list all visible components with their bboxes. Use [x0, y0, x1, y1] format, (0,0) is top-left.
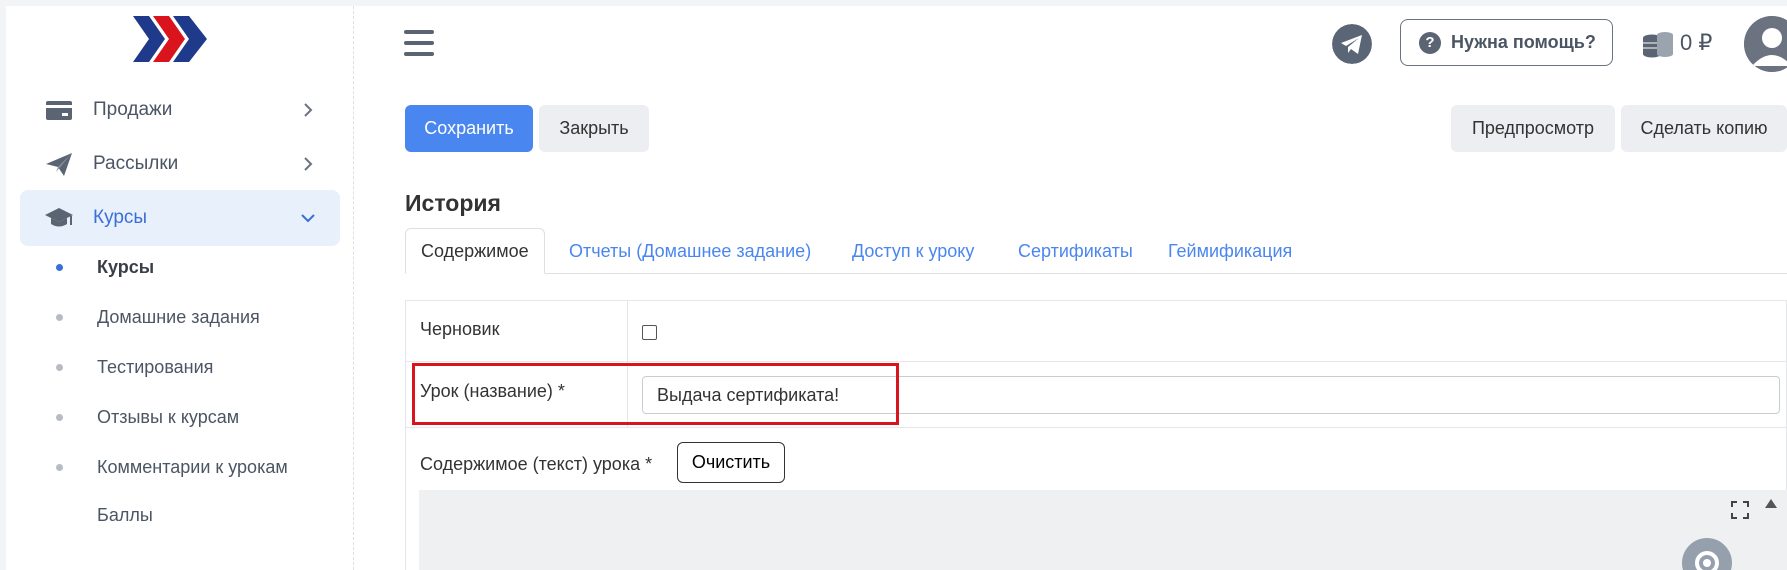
tab-gamification[interactable]: Геймификация: [1168, 228, 1292, 274]
draft-label: Черновик: [420, 319, 500, 339]
close-button[interactable]: Закрыть: [539, 105, 649, 152]
sidebar-subitem-label: Отзывы к курсам: [97, 406, 240, 427]
help-button[interactable]: ? Нужна помощь?: [1400, 19, 1613, 66]
row-divider: [405, 361, 1787, 362]
preview-button[interactable]: Предпросмотр: [1451, 105, 1615, 152]
bullet-dot: [56, 263, 63, 271]
sidebar-item-label: Рассылки: [93, 153, 179, 174]
paper-plane-icon: [46, 153, 72, 176]
clear-button[interactable]: Очистить: [677, 442, 785, 483]
sidebar-subitem-label: Курсы: [97, 256, 155, 277]
copy-button[interactable]: Сделать копию: [1621, 105, 1787, 152]
row-divider: [405, 427, 1787, 428]
lesson-name-input[interactable]: [642, 376, 1780, 414]
sidebar-subitem-label: Комментарии к урокам: [97, 456, 288, 477]
sidebar-item-mailings[interactable]: Рассылки: [20, 136, 340, 192]
tab-homework-reports[interactable]: Отчеты (Домашнее задание): [569, 228, 811, 274]
bullet-dot: [56, 313, 63, 321]
hamburger-line: [404, 30, 434, 34]
tab-content[interactable]: Содержимое: [405, 228, 545, 274]
credit-card-icon: [46, 101, 72, 120]
sidebar-subitem-homework[interactable]: Домашние задания: [56, 302, 260, 332]
tab-certificates[interactable]: Сертификаты: [1018, 228, 1133, 274]
sidebar-item-label: Продажи: [93, 99, 173, 120]
graduation-cap-icon: [45, 208, 73, 227]
menu-toggle-button[interactable]: [404, 30, 434, 58]
sidebar-subitem-label: Домашние задания: [97, 306, 260, 327]
question-icon: ?: [1419, 31, 1441, 54]
tab-lesson-access[interactable]: Доступ к уроку: [852, 228, 974, 274]
gear-icon: [1695, 551, 1719, 570]
column-divider: [627, 300, 628, 427]
chevron-down-icon: [301, 214, 315, 223]
sidebar-subitem-reviews[interactable]: Отзывы к курсам: [56, 402, 239, 432]
hamburger-line: [404, 52, 434, 56]
sidebar-subitem-courses[interactable]: Курсы: [56, 252, 154, 282]
telegram-icon[interactable]: [1332, 24, 1372, 64]
sidebar-subitem-comments[interactable]: Комментарии к урокам: [56, 452, 288, 482]
sidebar-item-sales[interactable]: Продажи: [20, 82, 340, 138]
coins-icon: [1643, 32, 1673, 58]
sidebar-subitem-points[interactable]: Баллы: [56, 500, 153, 530]
sidebar-item-courses[interactable]: Курсы: [20, 190, 340, 246]
sidebar-subitem-tests[interactable]: Тестирования: [56, 352, 213, 382]
lesson-name-label: Урок (название) *: [420, 381, 565, 401]
page-title: История: [405, 190, 501, 216]
chevron-right-icon: [304, 157, 313, 171]
sidebar-item-label: Курсы: [93, 207, 148, 228]
save-button[interactable]: Сохранить: [405, 105, 533, 152]
brand-logo[interactable]: [131, 14, 211, 64]
balance-value: 0 ₽: [1680, 30, 1713, 55]
bullet-dot: [56, 363, 63, 371]
sidebar-subitem-label: Тестирования: [97, 356, 214, 377]
fullscreen-icon[interactable]: [1731, 501, 1749, 519]
draft-checkbox[interactable]: [642, 325, 657, 340]
settings-button[interactable]: [1682, 538, 1732, 570]
content-editor[interactable]: [419, 490, 1787, 570]
help-button-label: Нужна помощь?: [1451, 32, 1596, 52]
scroll-up-arrow[interactable]: [1765, 499, 1777, 508]
bullet-dot: [56, 463, 63, 471]
hamburger-line: [404, 41, 434, 45]
chevron-right-icon: [304, 103, 313, 117]
sidebar-subitem-label: Баллы: [97, 504, 153, 525]
sidebar: Продажи Рассылки Курсы Курсы Домашние за…: [6, 6, 354, 570]
bullet-dot: [56, 413, 63, 421]
content-label: Содержимое (текст) урока *: [420, 454, 653, 474]
